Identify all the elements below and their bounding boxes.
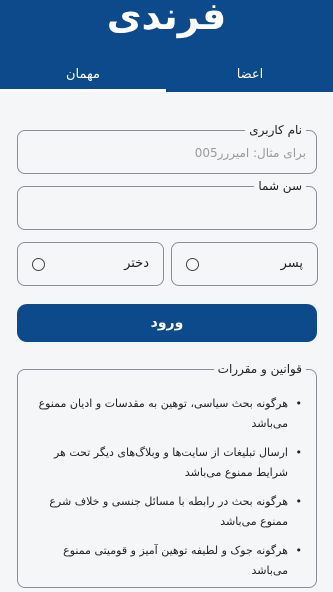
gender-option-girl[interactable]: دختر	[17, 242, 164, 286]
tab-guest[interactable]: مهمان	[0, 62, 166, 92]
username-input[interactable]	[28, 141, 306, 165]
age-input[interactable]	[28, 197, 306, 221]
rules-box: قوانین و مقررات هرگونه بحث سیاسی، توهین …	[17, 361, 317, 590]
rule-item: هرگونه بحث سیاسی، توهین به مقدسات و ادیا…	[32, 394, 302, 434]
username-field[interactable]: نام کاربری	[17, 122, 317, 174]
rules-title: قوانین و مقررات	[213, 361, 306, 377]
rule-item: هرگونه جوک و لطیفه توهین آمیز و قومیتی م…	[32, 541, 302, 581]
app-header: فرندی مهمان اعضا	[0, 0, 333, 92]
gender-option-boy[interactable]: پسر	[171, 242, 318, 286]
login-button[interactable]: ورود	[17, 304, 317, 342]
radio-girl-icon[interactable]	[32, 258, 45, 271]
app-logo: فرندی	[106, 0, 227, 38]
rule-item: ارسال تبلیغات از سایت‌ها و وبلاگ‌های دیگ…	[32, 443, 302, 483]
age-label: سن شما	[254, 178, 306, 194]
rules-list: هرگونه بحث سیاسی، توهین به مقدسات و ادیا…	[32, 394, 302, 590]
gender-girl-label: دختر	[124, 256, 149, 271]
gender-boy-label: پسر	[280, 256, 303, 271]
username-label: نام کاربری	[245, 122, 306, 138]
tab-members[interactable]: اعضا	[167, 62, 333, 92]
radio-boy-icon[interactable]	[186, 258, 199, 271]
active-tab-indicator	[0, 89, 166, 92]
age-field[interactable]: سن شما	[17, 178, 317, 230]
rule-item: هرگونه بحث در رابطه با مسائل جنسی و خلاف…	[32, 492, 302, 532]
